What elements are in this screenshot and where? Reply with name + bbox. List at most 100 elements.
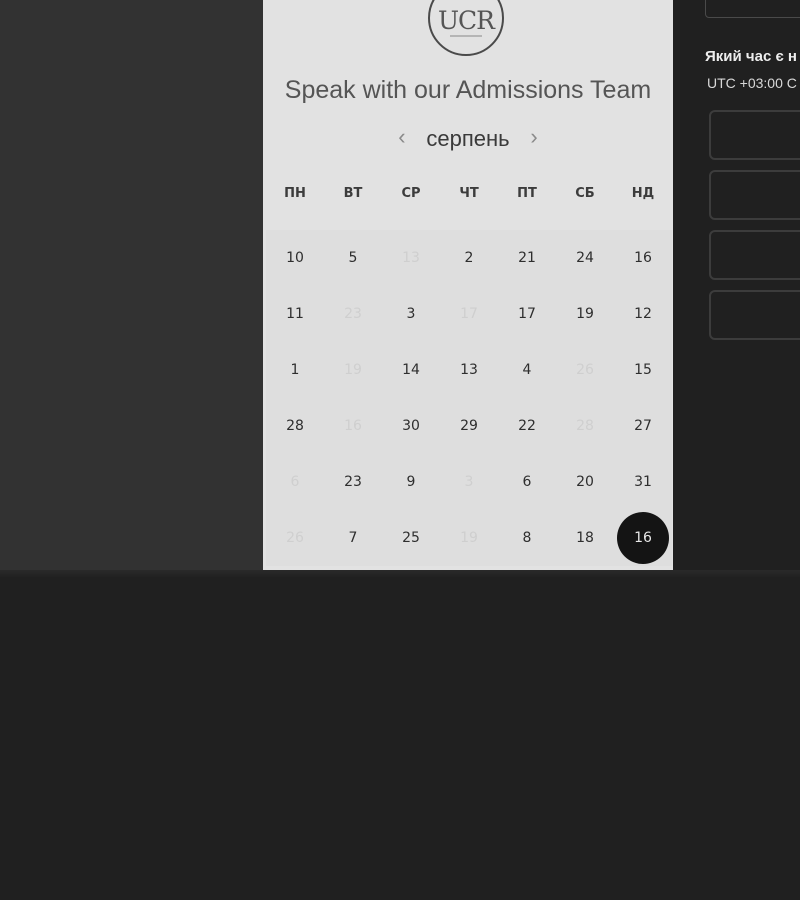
day-number: 29 (460, 418, 478, 434)
disabled-day-cell: 6 (266, 454, 324, 510)
day-number: 5 (348, 250, 358, 266)
disabled-day-cell: 17 (440, 286, 498, 342)
day-number: 26 (286, 530, 304, 546)
day-number: 23 (344, 474, 362, 490)
timezone-value[interactable]: UTC +03:00 С (707, 75, 797, 91)
day-number: 28 (576, 418, 594, 434)
day-cell[interactable]: 17 (498, 286, 556, 342)
weekday-label: СБ (575, 186, 595, 201)
disabled-day-cell: 19 (440, 510, 498, 566)
day-cell[interactable]: 10 (266, 230, 324, 286)
day-cell[interactable]: 19 (556, 286, 614, 342)
disabled-day-cell: 26 (266, 510, 324, 566)
day-cell[interactable]: 21 (498, 230, 556, 286)
day-number: 2 (464, 250, 474, 266)
disabled-day-cell: 16 (324, 398, 382, 454)
weekday-label: ЧТ (459, 186, 479, 201)
day-cell[interactable]: 1 (266, 342, 324, 398)
day-number: 24 (576, 250, 594, 266)
day-number: 19 (460, 530, 478, 546)
day-cell[interactable]: 15 (614, 342, 672, 398)
day-number: 28 (286, 418, 304, 434)
weekday-label: НД (631, 186, 655, 201)
calendar-grid: 10 5 13 2 21 24 16 11 23 3 17 17 19 12 1 19 14 13 4 26 15 28 1… (266, 230, 672, 570)
day-number: 25 (402, 530, 420, 546)
day-cell[interactable]: 2 (440, 230, 498, 286)
day-number: 12 (634, 306, 652, 322)
left-background-pane (0, 0, 263, 570)
day-number: 23 (344, 306, 362, 322)
next-month-icon[interactable]: › (524, 124, 544, 150)
ucr-logo: UCR (428, 0, 504, 56)
day-cell[interactable]: 16 (614, 230, 672, 286)
day-number: 7 (348, 530, 358, 546)
day-number: 19 (344, 362, 362, 378)
day-number: 17 (518, 306, 536, 322)
day-number: 13 (402, 250, 420, 266)
time-slot-button[interactable] (709, 230, 800, 280)
day-cell[interactable]: 14 (382, 342, 440, 398)
page: UCR Speak with our Admissions Team ‹ сер… (0, 0, 800, 900)
disabled-day-cell: 28 (556, 398, 614, 454)
bottom-divider (0, 570, 800, 578)
day-cell[interactable]: 4 (498, 342, 556, 398)
day-number: 18 (576, 530, 594, 546)
day-number: 19 (576, 306, 594, 322)
day-number: 16 (634, 250, 652, 266)
timezone-question: Який час є н (705, 48, 797, 65)
day-number: 15 (634, 362, 652, 378)
weekday-label: ПТ (517, 186, 537, 201)
day-number: 9 (406, 474, 416, 490)
day-cell[interactable]: 9 (382, 454, 440, 510)
day-cell[interactable]: 8 (498, 510, 556, 566)
day-number: 22 (518, 418, 536, 434)
day-cell[interactable]: 25 (382, 510, 440, 566)
disabled-day-cell: 26 (556, 342, 614, 398)
day-cell[interactable]: 28 (266, 398, 324, 454)
day-number: 6 (522, 474, 532, 490)
weekday-label: СР (401, 186, 421, 201)
time-slot-button[interactable] (709, 290, 800, 340)
scheduler-card: UCR Speak with our Admissions Team ‹ сер… (263, 0, 673, 572)
day-number: 8 (522, 530, 532, 546)
day-cell[interactable]: 31 (614, 454, 672, 510)
day-cell[interactable]: 20 (556, 454, 614, 510)
day-cell[interactable]: 5 (324, 230, 382, 286)
disabled-day-cell: 19 (324, 342, 382, 398)
day-number: 30 (402, 418, 420, 434)
day-cell[interactable]: 24 (556, 230, 614, 286)
day-number: 1 (290, 362, 300, 378)
day-cell[interactable]: 23 (324, 454, 382, 510)
weekday-label: ВТ (343, 186, 363, 201)
day-number: 11 (286, 306, 304, 322)
weekday-header: ПН ВТ СР ЧТ ПТ СБ НД (266, 186, 672, 206)
time-slot-button[interactable] (709, 110, 800, 160)
day-number: 6 (290, 474, 300, 490)
day-number: 3 (406, 306, 416, 322)
prev-month-icon[interactable]: ‹ (392, 124, 412, 150)
day-cell[interactable]: 3 (382, 286, 440, 342)
disabled-day-cell: 13 (382, 230, 440, 286)
time-slot-button[interactable] (709, 170, 800, 220)
day-cell[interactable]: 12 (614, 286, 672, 342)
day-cell[interactable]: 30 (382, 398, 440, 454)
top-input-field[interactable] (705, 0, 800, 18)
day-number: 4 (522, 362, 532, 378)
day-cell[interactable]: 27 (614, 398, 672, 454)
day-cell[interactable]: 6 (498, 454, 556, 510)
day-cell[interactable]: 29 (440, 398, 498, 454)
day-cell[interactable]: 11 (266, 286, 324, 342)
weekday-label: ПН (284, 186, 306, 201)
logo-underline (450, 35, 482, 37)
day-number: 31 (634, 474, 652, 490)
day-number: 20 (576, 474, 594, 490)
day-cell[interactable]: 22 (498, 398, 556, 454)
day-number: 16 (634, 530, 652, 546)
disabled-day-cell: 3 (440, 454, 498, 510)
selected-day-cell[interactable]: 16 (614, 510, 672, 566)
day-cell[interactable]: 13 (440, 342, 498, 398)
day-number: 10 (286, 250, 304, 266)
day-number: 13 (460, 362, 478, 378)
day-cell[interactable]: 18 (556, 510, 614, 566)
day-cell[interactable]: 7 (324, 510, 382, 566)
